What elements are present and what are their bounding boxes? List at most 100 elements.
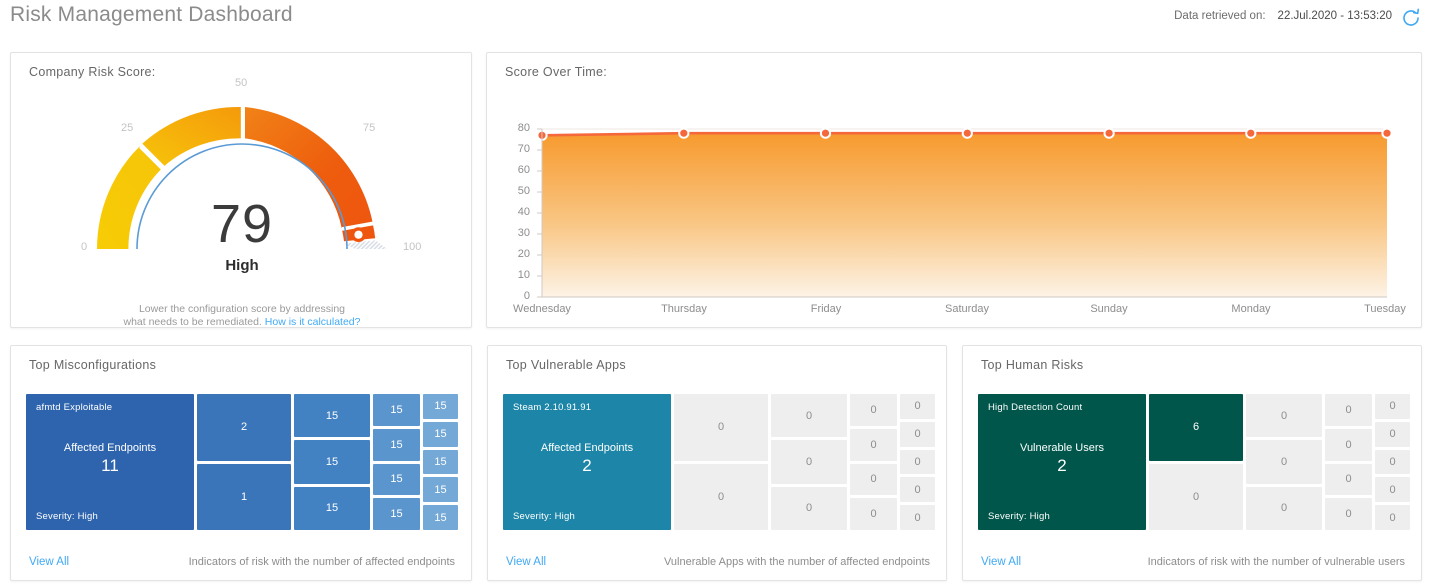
- treemap-tile[interactable]: 0: [1375, 421, 1410, 447]
- treemap-tile[interactable]: 15: [423, 505, 458, 530]
- dashboard-page: Risk Management Dashboard Data retrieved…: [0, 0, 1432, 586]
- y-tick-30: 30: [517, 227, 530, 239]
- misconfigurations-treemap: afmtd Exploitable Affected Endpoints 11 Sev…: [26, 394, 458, 530]
- treemap-tile[interactable]: 15: [373, 498, 420, 530]
- treemap-tile[interactable]: 0: [1325, 463, 1372, 496]
- treemap-tile[interactable]: 0: [1375, 394, 1410, 419]
- treemap-tile-value: 15: [434, 483, 447, 496]
- treemap-tile[interactable]: 0: [900, 449, 935, 475]
- treemap-main-tile-metric: Affected Endpoints 11: [26, 442, 194, 476]
- treemap-tile[interactable]: 0: [674, 394, 768, 461]
- treemap-tile[interactable]: 0: [771, 440, 847, 484]
- treemap-tile-value: 0: [1280, 409, 1288, 422]
- treemap-tile[interactable]: 0: [850, 394, 897, 426]
- treemap-tile[interactable]: 15: [294, 440, 370, 484]
- treemap-tile[interactable]: 0: [1325, 498, 1372, 530]
- treemap-main-tile-metric: Vulnerable Users 2: [978, 442, 1146, 476]
- treemap-tile-value: 0: [1389, 400, 1396, 413]
- treemap-tile[interactable]: 0: [900, 477, 935, 503]
- x-tick-monday: Monday: [1231, 303, 1271, 315]
- risk-footer-line2: what needs to be remediated.: [123, 316, 262, 328]
- treemap-tile[interactable]: 15: [423, 421, 458, 447]
- treemap-tile[interactable]: 0: [674, 463, 768, 530]
- treemap-tile[interactable]: 2: [197, 394, 291, 461]
- y-tick-20: 20: [517, 248, 530, 260]
- treemap-main-tile-caption: Affected Endpoints: [540, 442, 634, 454]
- x-tick-saturday: Saturday: [944, 303, 990, 315]
- treemap-tile[interactable]: 15: [373, 463, 420, 496]
- treemap-tile[interactable]: 0: [900, 505, 935, 530]
- treemap-tile[interactable]: 0: [1325, 428, 1372, 461]
- refresh-icon[interactable]: [1400, 7, 1422, 29]
- treemap-tile[interactable]: 0: [1246, 394, 1322, 438]
- treemap-tile-value: 15: [434, 455, 447, 468]
- treemap-tile-value: 0: [914, 455, 921, 468]
- top-misconfigurations-title: Top Misconfigurations: [29, 358, 157, 372]
- treemap-tile[interactable]: 0: [1246, 440, 1322, 484]
- treemap-tile[interactable]: 6: [1149, 394, 1243, 461]
- treemap-tile[interactable]: 0: [1375, 449, 1410, 475]
- treemap-tile-value: 0: [870, 403, 877, 416]
- score-over-time-chart: 80 70 60 50 40 30 20 10 0 Wednesday Thur…: [487, 83, 1423, 323]
- human-risks-note: Indicators of risk with the number of vu…: [1147, 556, 1405, 568]
- treemap-tile-value: 0: [914, 483, 921, 496]
- treemap-tile[interactable]: 0: [900, 394, 935, 419]
- treemap-tile-value: 15: [434, 428, 447, 441]
- treemap-tile-value: 0: [1345, 403, 1352, 416]
- treemap-tile[interactable]: 0: [900, 421, 935, 447]
- y-tick-60: 60: [517, 164, 530, 176]
- treemap-main-tile-caption: Vulnerable Users: [1020, 442, 1104, 454]
- top-misconfigurations-card: Top Misconfigurations afmtd Exploitable A…: [10, 345, 472, 581]
- treemap-tile[interactable]: 15: [423, 394, 458, 419]
- y-tick-40: 40: [517, 206, 530, 218]
- score-over-time-card: Score Over Time: 80 70 60 50 40 30 20 10…: [486, 52, 1422, 328]
- misconfigurations-view-all[interactable]: View All: [29, 556, 69, 568]
- treemap-tile-value: 0: [914, 400, 921, 413]
- treemap-tile-value: 6: [1192, 421, 1200, 434]
- treemap-tile[interactable]: 0: [1149, 463, 1243, 530]
- x-tick-thursday: Thursday: [661, 303, 707, 315]
- treemap-tile[interactable]: 0: [771, 394, 847, 438]
- treemap-tile[interactable]: 0: [1246, 486, 1322, 530]
- treemap-tile[interactable]: 15: [294, 486, 370, 530]
- treemap-tile[interactable]: 1: [197, 463, 291, 530]
- treemap-tile[interactable]: 15: [294, 394, 370, 438]
- risk-score-value: 79: [210, 194, 274, 254]
- treemap-tile[interactable]: 15: [423, 477, 458, 503]
- treemap-tile-value: 0: [1280, 502, 1288, 515]
- misconfigurations-note: Indicators of risk with the number of af…: [188, 556, 455, 568]
- treemap-tile[interactable]: 0: [1325, 394, 1372, 426]
- treemap-tile[interactable]: 0: [850, 498, 897, 530]
- treemap-main-tile[interactable]: Steam 2.10.91.91 Affected Endpoints 2 Sever…: [503, 394, 671, 530]
- how-is-it-calculated-link[interactable]: How is it calculated?: [265, 316, 361, 328]
- treemap-tile-value: 0: [805, 502, 813, 515]
- treemap-main-tile-name: afmtd Exploitable: [36, 402, 113, 413]
- human-risks-view-all[interactable]: View All: [981, 556, 1021, 568]
- treemap-tile-value: 1: [240, 490, 248, 503]
- top-vulnerable-apps-title: Top Vulnerable Apps: [506, 358, 626, 372]
- treemap-tile[interactable]: 0: [771, 486, 847, 530]
- y-tick-0: 0: [523, 290, 530, 302]
- treemap-tile[interactable]: 15: [373, 394, 420, 426]
- gauge-tick-50: 50: [235, 77, 248, 89]
- treemap-tile-value: 15: [390, 473, 403, 486]
- treemap-tile[interactable]: 0: [1375, 505, 1410, 530]
- treemap-main-tile-metric: Affected Endpoints 2: [503, 442, 671, 476]
- treemap-main-tile-value: 11: [101, 456, 119, 475]
- treemap-tile-value: 0: [1389, 483, 1396, 496]
- treemap-main-tile[interactable]: afmtd Exploitable Affected Endpoints 11 Sev…: [26, 394, 194, 530]
- top-human-risks-card: Top Human Risks High Detection Count Vuln…: [962, 345, 1422, 581]
- treemap-tile[interactable]: 0: [850, 428, 897, 461]
- treemap-tile[interactable]: 0: [850, 463, 897, 496]
- treemap-tile[interactable]: 15: [373, 428, 420, 461]
- treemap-tile[interactable]: 0: [1375, 477, 1410, 503]
- data-retrieved-value: 22.Jul.2020 - 13:53:20: [1277, 10, 1392, 22]
- treemap-tile-value: 15: [325, 455, 339, 468]
- vulnerable-apps-view-all[interactable]: View All: [506, 556, 546, 568]
- vulnerable-apps-note: Vulnerable Apps with the number of affec…: [663, 556, 930, 568]
- treemap-tile-value: 15: [390, 438, 403, 451]
- treemap-main-tile[interactable]: High Detection Count Vulnerable Users 2 Sev…: [978, 394, 1146, 530]
- treemap-tile-value: 0: [717, 490, 725, 503]
- treemap-tile[interactable]: 15: [423, 449, 458, 475]
- treemap-main-tile-value: 2: [1057, 456, 1067, 475]
